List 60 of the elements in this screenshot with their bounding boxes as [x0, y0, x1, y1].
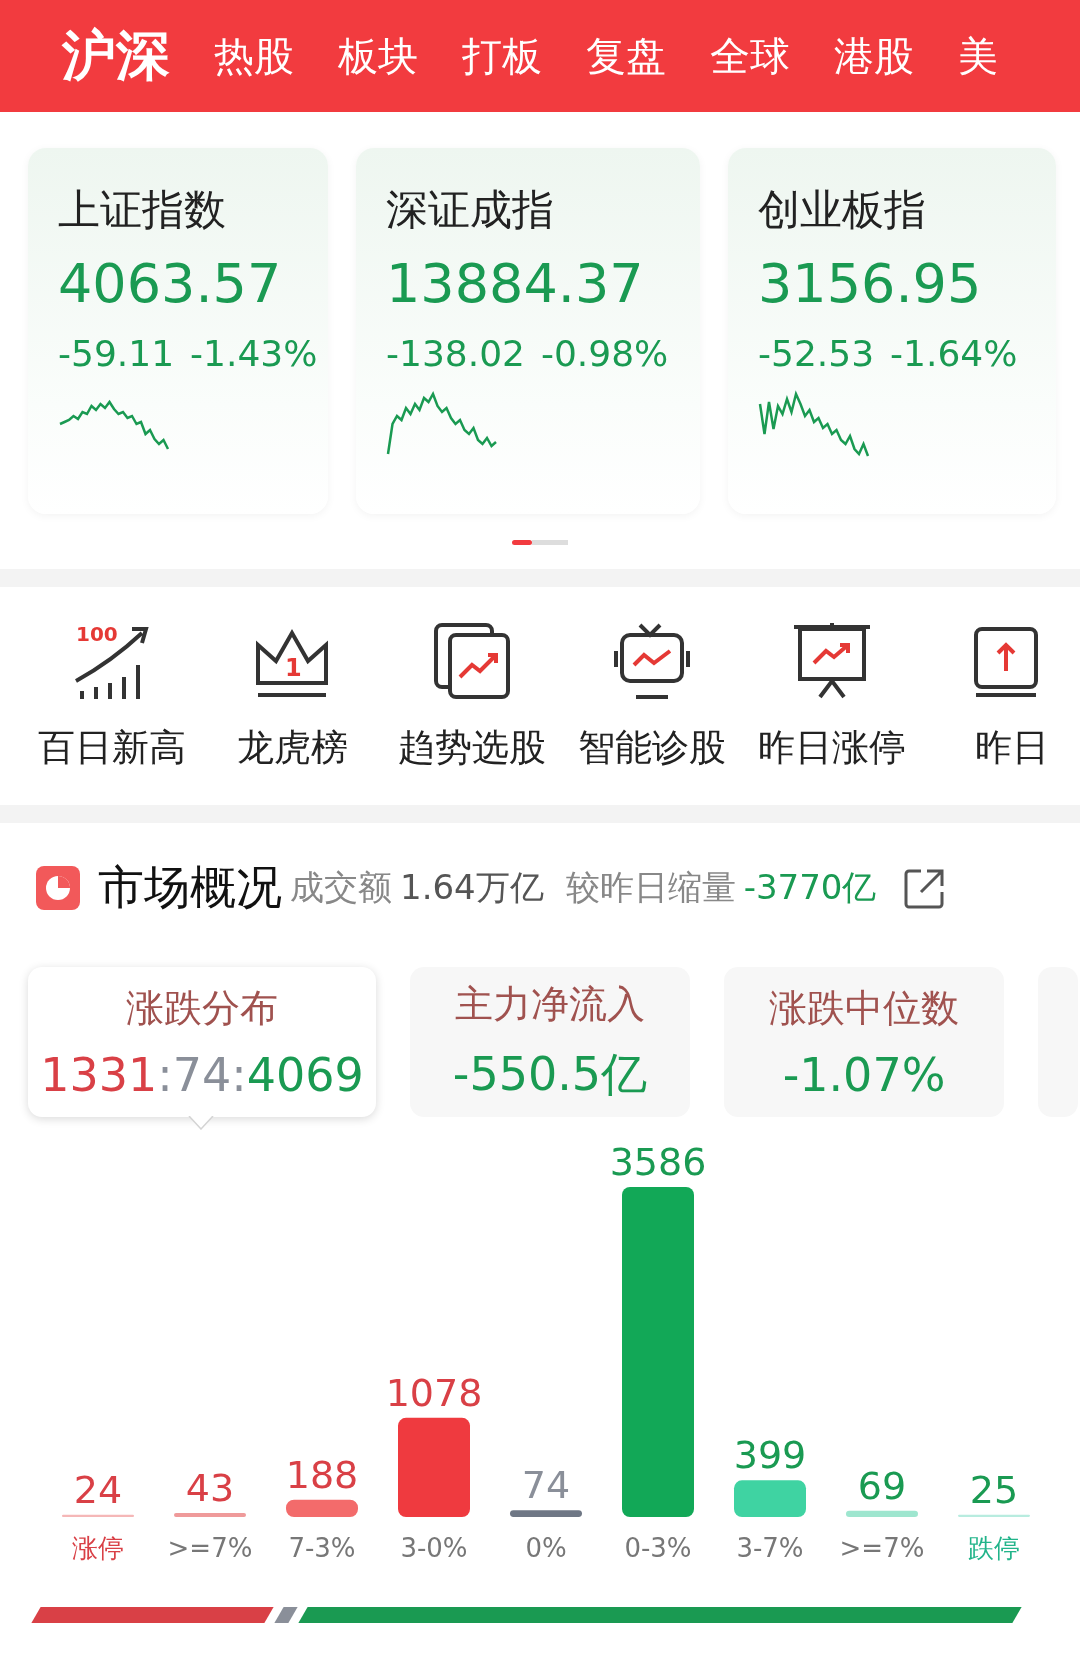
shortcut-label[interactable]: 百日新高	[38, 723, 186, 773]
bar-label: 0-3%	[624, 1533, 692, 1563]
bar-label: 7-3%	[288, 1533, 356, 1563]
index-name: 上证指数	[58, 184, 227, 236]
shortcut-label[interactable]: 昨日	[975, 723, 1049, 773]
bar-value: 399	[733, 1433, 807, 1478]
shortcut-label[interactable]: 龙虎榜	[236, 723, 348, 773]
bar-value: 24	[73, 1467, 123, 1512]
tab[interactable]: 板块	[338, 28, 418, 84]
shortcut-label[interactable]: 昨日涨停	[758, 723, 906, 773]
section-title: 市场概况	[98, 859, 282, 916]
tab[interactable]: 港股	[834, 28, 914, 84]
index-percent: -0.98%	[540, 333, 669, 374]
stat-card[interactable]: 主力净流入 -550.5亿	[410, 967, 690, 1117]
stat-value: -1.07%	[782, 1047, 946, 1102]
index-card[interactable]: 深证成指 13884.37 -138.02 -0.98%	[356, 148, 700, 514]
tab[interactable]: 沪深	[62, 19, 170, 93]
index-percent: -1.64%	[890, 333, 1018, 374]
stat-title: 主力净流入	[455, 980, 645, 1028]
shortcut-label[interactable]: 趋势选股	[398, 723, 546, 773]
bar-value: 188	[285, 1452, 359, 1497]
stat-value: 1331:74:4069	[40, 1047, 364, 1102]
bar-label: 涨停	[72, 1533, 124, 1563]
bar-label: 跌停	[968, 1533, 1020, 1563]
tab[interactable]: 打板	[462, 28, 542, 84]
turnover-label: 成交额	[290, 866, 392, 909]
stat-card[interactable]: 涨跌中位数 -1.07%	[724, 967, 1004, 1117]
bar-label: 3-0%	[400, 1533, 468, 1563]
tab[interactable]: 全球	[710, 28, 790, 84]
tab[interactable]: 热股	[214, 28, 294, 84]
index-change: -138.02	[386, 333, 525, 374]
index-name: 创业板指	[758, 184, 927, 236]
tab[interactable]: 美	[958, 28, 998, 84]
index-card[interactable]: 上证指数 4063.57 -59.11 -1.43%	[28, 148, 328, 514]
stat-value: -550.5亿	[452, 1045, 648, 1103]
bar-label: >=7%	[839, 1533, 925, 1563]
index-change: -59.11	[58, 333, 175, 374]
bar-value: 43	[185, 1466, 235, 1511]
index-value: 4063.57	[58, 252, 283, 315]
shortcut-label[interactable]: 智能诊股	[578, 723, 726, 773]
compare-value: -3770亿	[743, 866, 877, 909]
index-value: 13884.37	[386, 252, 645, 315]
index-change: -52.53	[758, 333, 875, 374]
index-percent: -1.43%	[190, 333, 318, 374]
stat-title: 涨跌中位数	[769, 984, 959, 1032]
bar-value: 74	[521, 1463, 571, 1508]
turnover-value: 1.64万亿	[400, 866, 544, 909]
index-name: 深证成指	[386, 184, 555, 236]
tab[interactable]: 复盘	[586, 28, 666, 84]
bar-value: 25	[969, 1467, 1019, 1512]
index-value: 3156.95	[758, 252, 983, 315]
stat-title: 涨跌分布	[126, 984, 278, 1032]
bar-label: >=7%	[167, 1533, 253, 1563]
bar-value: 3586	[609, 1147, 707, 1184]
index-card[interactable]: 创业板指 3156.95 -52.53 -1.64%	[728, 148, 1056, 514]
bar-value: 69	[857, 1463, 907, 1508]
bar-label: 0%	[525, 1533, 567, 1563]
compare-label: 较昨日缩量	[565, 866, 736, 909]
bar-value: 1078	[385, 1370, 483, 1415]
bar-label: 3-7%	[736, 1533, 804, 1563]
